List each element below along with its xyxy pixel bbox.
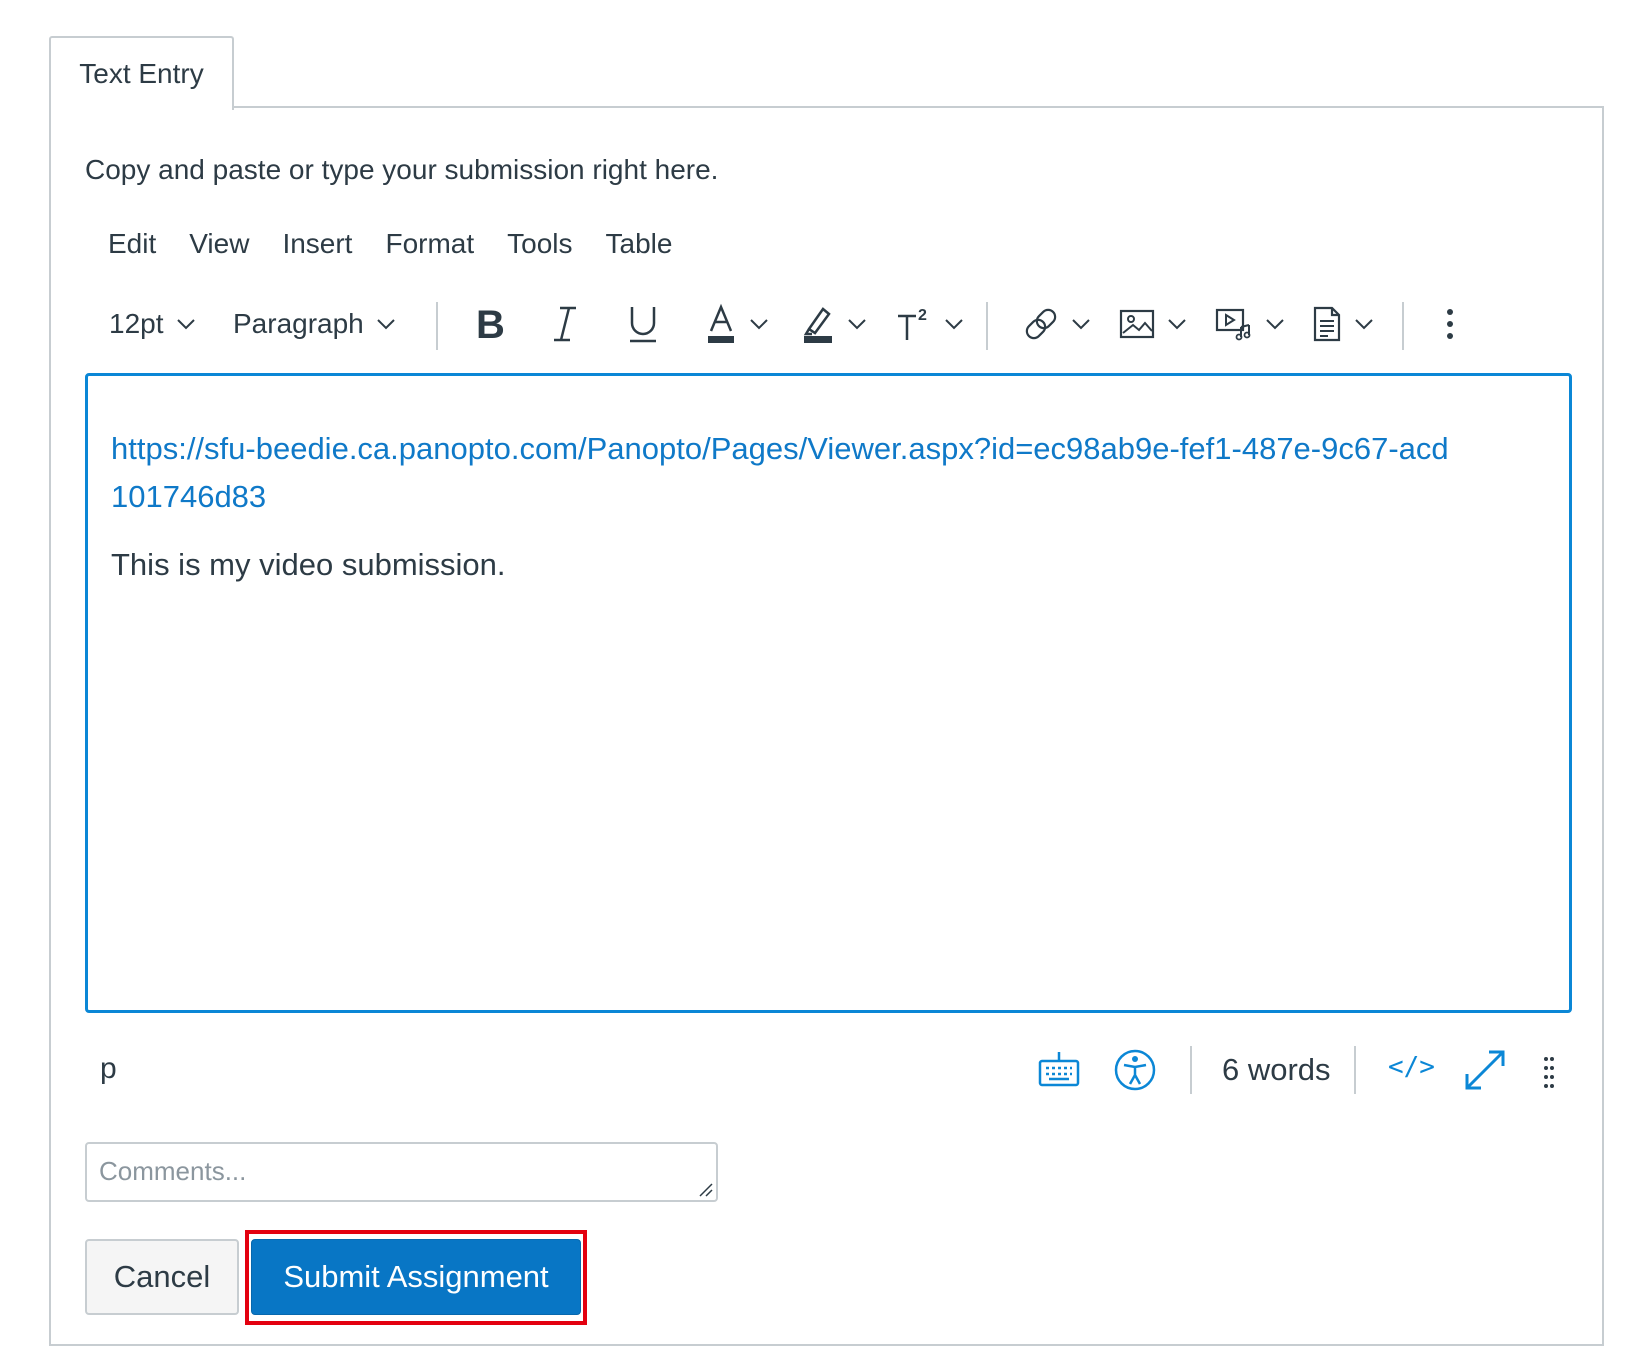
underline-button[interactable]	[627, 288, 659, 360]
chevron-down-icon	[945, 319, 963, 330]
text-entry-submission: Text Entry Copy and paste or type your s…	[0, 0, 1638, 1372]
svg-text:2: 2	[918, 307, 927, 324]
accessibility-icon[interactable]	[1113, 1048, 1157, 1092]
menu-view[interactable]: View	[189, 228, 249, 260]
more-icon	[1447, 309, 1453, 339]
text-color-icon	[708, 303, 734, 343]
toolbar-divider	[436, 302, 438, 350]
text-color-button[interactable]	[705, 288, 769, 360]
bold-button[interactable]: B	[472, 288, 508, 360]
element-path[interactable]: p	[100, 1052, 117, 1086]
bold-icon: B	[476, 304, 505, 344]
block-format-value: Paragraph	[233, 308, 364, 339]
toolbar-divider	[1402, 302, 1404, 350]
svg-text:B: B	[476, 304, 505, 344]
underline-icon	[630, 307, 656, 343]
resize-handle-icon[interactable]	[1543, 1056, 1555, 1090]
html-editor-toggle[interactable]: </>	[1388, 1052, 1435, 1082]
chevron-down-icon	[176, 319, 195, 330]
chevron-down-icon	[1266, 319, 1284, 330]
menu-tools[interactable]: Tools	[507, 228, 572, 260]
image-button[interactable]	[1119, 288, 1187, 360]
media-icon	[1215, 308, 1251, 341]
highlight-color-icon	[803, 307, 832, 343]
chevron-down-icon	[848, 319, 866, 330]
chevron-down-icon	[750, 319, 768, 330]
editor-paragraph: This is my video submission.	[111, 547, 506, 582]
menu-table[interactable]: Table	[606, 228, 673, 260]
statusbar-divider	[1354, 1046, 1356, 1094]
block-format-select[interactable]: Paragraph	[233, 288, 396, 360]
editor-menubar: Edit View Insert Format Tools Table	[108, 228, 705, 260]
cancel-button[interactable]: Cancel	[85, 1239, 239, 1315]
menu-insert[interactable]: Insert	[282, 228, 352, 260]
document-icon	[1313, 306, 1341, 342]
keyboard-icon[interactable]	[1037, 1048, 1081, 1092]
font-size-value: 12pt	[109, 308, 164, 339]
document-button[interactable]	[1312, 288, 1374, 360]
menu-edit[interactable]: Edit	[108, 228, 156, 260]
comments-field[interactable]	[85, 1142, 718, 1202]
italic-button[interactable]	[550, 288, 580, 360]
chevron-down-icon	[1072, 319, 1090, 330]
resize-grip-icon[interactable]	[697, 1181, 713, 1197]
superscript-icon: 2	[898, 307, 927, 340]
word-count[interactable]: 6 words	[1222, 1052, 1331, 1088]
menu-format[interactable]: Format	[385, 228, 474, 260]
editor-toolbar: 12pt Paragraph B 2	[85, 288, 1575, 360]
italic-icon	[554, 306, 576, 342]
toolbar-divider	[986, 302, 988, 350]
chevron-down-icon	[377, 319, 395, 330]
chevron-down-icon	[1355, 319, 1373, 330]
image-icon	[1119, 309, 1155, 339]
superscript-button[interactable]: 2	[896, 288, 964, 360]
link-button[interactable]	[1023, 288, 1091, 360]
fullscreen-icon[interactable]	[1463, 1048, 1507, 1092]
font-size-select[interactable]: 12pt	[109, 288, 196, 360]
instructions-text: Copy and paste or type your submission r…	[85, 154, 719, 185]
more-button[interactable]	[1445, 288, 1455, 360]
statusbar-divider	[1190, 1046, 1192, 1094]
highlight-color-button[interactable]	[801, 288, 867, 360]
tab-text-entry[interactable]: Text Entry	[49, 36, 234, 110]
submission-link[interactable]: https://sfu-beedie.ca.panopto.com/Panopt…	[111, 425, 1451, 521]
submit-assignment-button[interactable]: Submit Assignment	[251, 1239, 581, 1315]
chevron-down-icon	[1168, 319, 1186, 330]
link-icon	[1025, 308, 1057, 340]
media-button[interactable]	[1215, 288, 1285, 360]
